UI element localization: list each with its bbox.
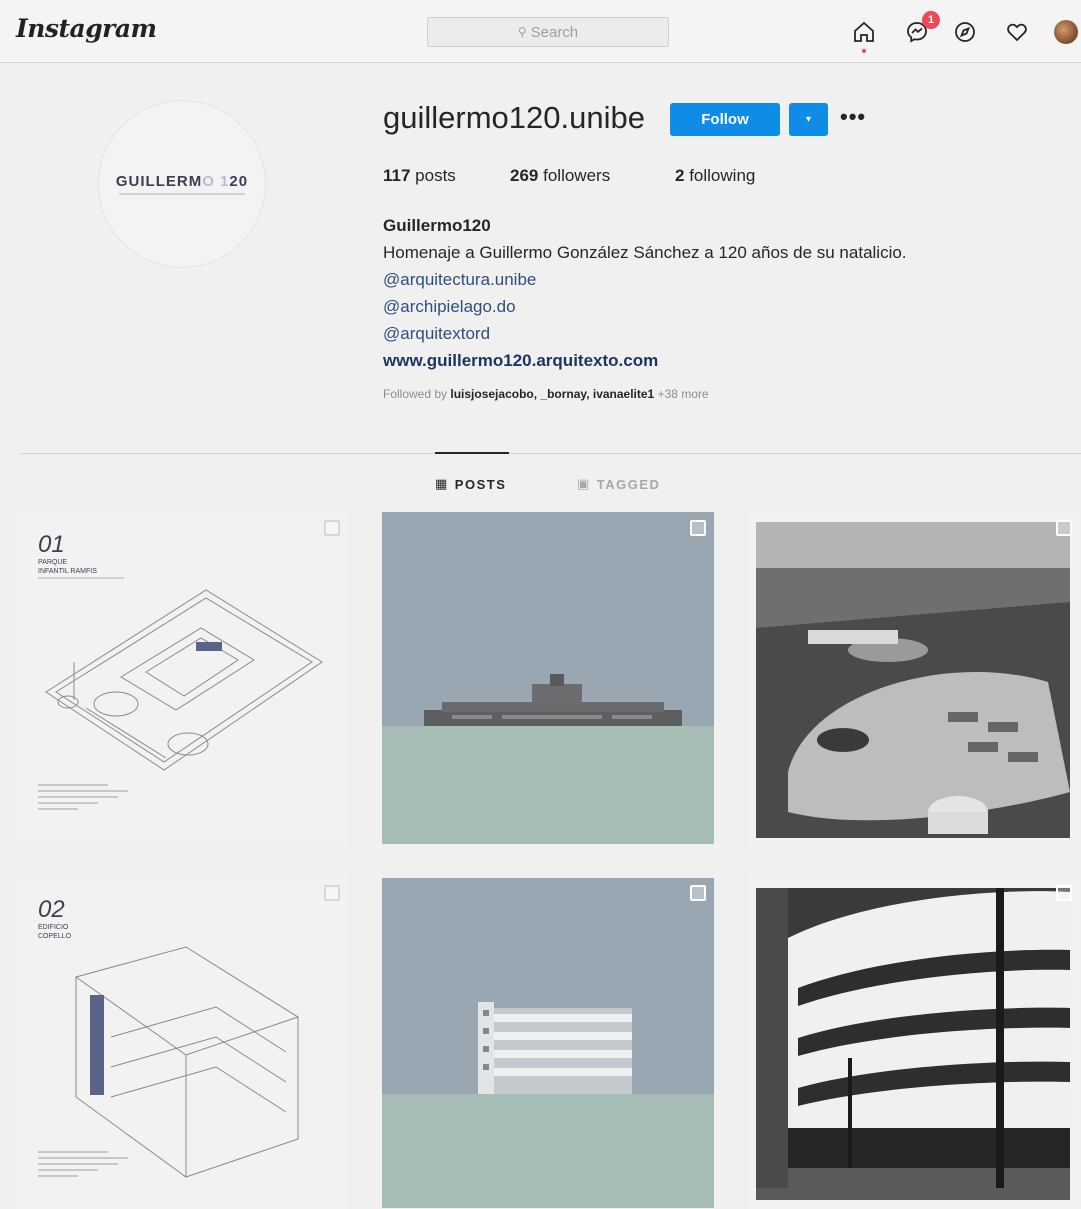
bio-text: Homenaje a Guillermo González Sánchez a … [383,243,907,262]
post-number: 02 [38,896,65,923]
profile-username: guillermo120.unibe [383,100,645,135]
home-icon[interactable] [850,18,878,53]
search-input[interactable]: ⚲ Search [427,17,669,47]
search-icon: ⚲ [517,25,527,39]
bio-mention-link[interactable]: @arquitectura.unibe [383,266,907,293]
grid-icon: ▦ [435,476,449,491]
wordmark-underline [119,193,245,195]
post-street-photograph [756,888,1070,1200]
posts-stat: 117 posts [383,166,456,185]
tab-posts[interactable]: ▦ POSTS [435,476,506,492]
multiple-photos-icon [1056,885,1072,901]
follow-button[interactable]: Follow [670,103,780,136]
multiple-photos-icon [324,885,340,901]
more-options-button[interactable]: ••• [840,104,866,130]
messenger-icon[interactable]: 1 [903,11,940,46]
multiple-photos-icon [324,520,340,536]
post-tile[interactable] [748,877,1080,1209]
post-tile[interactable]: 02 EDIFICIO COPELLO [16,877,348,1209]
followers-stat[interactable]: 269 followers [510,166,610,186]
tabs-divider [20,453,1081,454]
post-isometric-drawing: 01 PARQUE INFANTIL RAMFIS [38,531,323,810]
nav-icons: 1 [849,11,1081,53]
profile-full-name: Guillermo120 [383,216,491,235]
followed-by-line[interactable]: Followed by luisjosejacobo, _bornay, iva… [383,387,709,401]
post-tile[interactable] [382,512,714,844]
post-title-line: EDIFICIO [38,924,69,931]
search-placeholder: Search [530,23,579,41]
post-title-line: PARQUE [38,559,67,566]
post-aerial-photograph [756,522,1070,838]
tab-tagged[interactable]: ▣ TAGGED [577,476,660,492]
explore-icon[interactable] [951,18,979,46]
post-tile[interactable] [748,512,1080,844]
multiple-photos-icon [690,885,706,901]
post-elevation-illustration [382,878,714,1208]
post-tile[interactable]: 01 PARQUE INFANTIL RAMFIS [16,512,348,844]
bio-mention-link[interactable]: @arquitextord [383,320,907,347]
profile-avatar-icon[interactable] [1054,20,1078,44]
tagged-icon: ▣ [577,476,591,491]
post-title-line: INFANTIL RAMFIS [38,568,97,575]
multiple-photos-icon [1056,520,1072,536]
active-tab-indicator [435,452,509,454]
following-stat[interactable]: 2 following [675,166,755,186]
profile-picture[interactable]: GUILLERMO 120 [98,100,266,268]
activity-heart-icon[interactable] [1003,18,1031,46]
multiple-photos-icon [690,520,706,536]
top-nav-bar: Instagram ⚲ Search 1 [0,0,1081,63]
profile-website-link[interactable]: www.guillermo120.arquitexto.com [383,347,907,374]
post-isometric-drawing: 02 EDIFICIO COPELLO [38,896,300,1178]
suggested-accounts-dropdown-button[interactable]: ▾ [789,103,828,136]
home-active-dot [862,49,866,53]
post-title-line: COPELLO [38,933,72,940]
instagram-logo[interactable]: Instagram [16,14,157,43]
post-number: 01 [38,531,65,558]
profile-picture-wordmark: GUILLERMO 120 [115,173,249,190]
message-count-badge: 1 [922,11,940,29]
bio-mention-link[interactable]: @archipielago.do [383,293,907,320]
post-elevation-illustration [382,512,714,844]
post-tile[interactable] [382,877,714,1209]
profile-bio: Guillermo120 Homenaje a Guillermo Gonzál… [383,212,907,374]
